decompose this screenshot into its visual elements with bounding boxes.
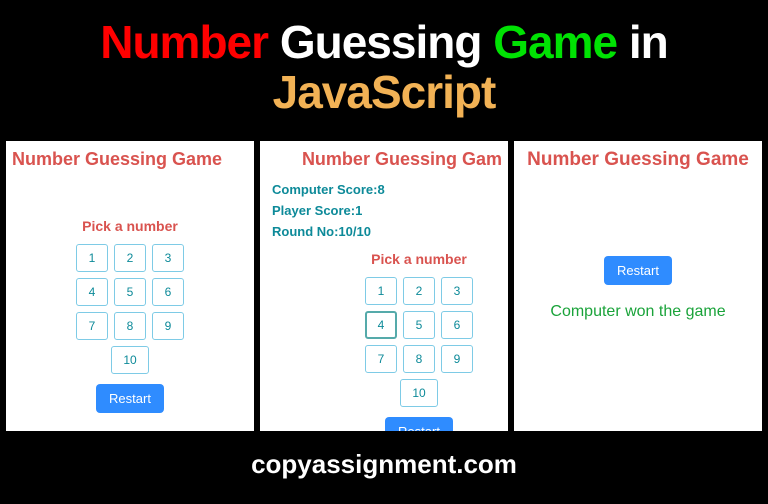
hero-word-guessing: Guessing xyxy=(280,16,482,68)
player-score-value: 1 xyxy=(355,203,362,218)
hero-word-number: Number xyxy=(100,16,268,68)
footer-credit: copyassignment.com xyxy=(0,431,768,480)
number-button-2[interactable]: 2 xyxy=(114,244,146,272)
screenshot-result: Number Guessing Game Restart Computer wo… xyxy=(514,141,762,431)
game-title: Number Guessing Game xyxy=(6,141,254,170)
pick-number-label: Pick a number xyxy=(6,218,254,234)
round-value: 10/10 xyxy=(338,224,371,239)
number-button-6[interactable]: 6 xyxy=(441,311,473,339)
restart-button[interactable]: Restart xyxy=(604,256,672,285)
number-button-5[interactable]: 5 xyxy=(403,311,435,339)
number-button-1[interactable]: 1 xyxy=(365,277,397,305)
number-button-7[interactable]: 7 xyxy=(76,312,108,340)
number-button-1[interactable]: 1 xyxy=(76,244,108,272)
number-button-8[interactable]: 8 xyxy=(114,312,146,340)
number-button-6[interactable]: 6 xyxy=(152,278,184,306)
computer-score-row: Computer Score:8 xyxy=(272,180,508,201)
screenshots-row: Number Guessing Game Pick a number 1 2 3… xyxy=(0,141,768,431)
number-button-9[interactable]: 9 xyxy=(152,312,184,340)
player-score-label: Player Score: xyxy=(272,203,355,218)
hero-word-javascript: JavaScript xyxy=(273,66,496,118)
pick-number-label: Pick a number xyxy=(330,251,508,267)
number-grid: 1 2 3 4 5 6 7 8 9 10 xyxy=(70,244,190,374)
hero-title: Number Guessing Game in JavaScript xyxy=(0,0,768,141)
hero-word-in: in xyxy=(629,16,668,68)
number-button-5[interactable]: 5 xyxy=(114,278,146,306)
restart-button[interactable]: Restart xyxy=(96,384,164,413)
game-title: Number Guessing Game xyxy=(514,141,762,171)
number-button-3[interactable]: 3 xyxy=(152,244,184,272)
round-label: Round No: xyxy=(272,224,338,239)
game-title: Number Guessing Gam xyxy=(260,141,508,170)
number-button-4[interactable]: 4 xyxy=(365,311,397,339)
number-button-2[interactable]: 2 xyxy=(403,277,435,305)
round-row: Round No:10/10 xyxy=(272,222,508,243)
number-button-8[interactable]: 8 xyxy=(403,345,435,373)
score-panel: Computer Score:8 Player Score:1 Round No… xyxy=(260,170,508,242)
number-button-3[interactable]: 3 xyxy=(441,277,473,305)
player-score-row: Player Score:1 xyxy=(272,201,508,222)
number-button-10[interactable]: 10 xyxy=(400,379,438,407)
screenshot-midgame: Number Guessing Gam Computer Score:8 Pla… xyxy=(260,141,508,431)
restart-button[interactable]: Restart xyxy=(385,417,453,432)
number-button-10[interactable]: 10 xyxy=(111,346,149,374)
computer-score-value: 8 xyxy=(377,182,384,197)
number-button-9[interactable]: 9 xyxy=(441,345,473,373)
number-button-4[interactable]: 4 xyxy=(76,278,108,306)
computer-score-label: Computer Score: xyxy=(272,182,377,197)
result-message: Computer won the game xyxy=(514,303,762,321)
number-button-7[interactable]: 7 xyxy=(365,345,397,373)
number-grid: 1 2 3 4 5 6 7 8 9 10 xyxy=(359,277,479,407)
hero-word-game: Game xyxy=(493,16,617,68)
screenshot-initial: Number Guessing Game Pick a number 1 2 3… xyxy=(6,141,254,431)
